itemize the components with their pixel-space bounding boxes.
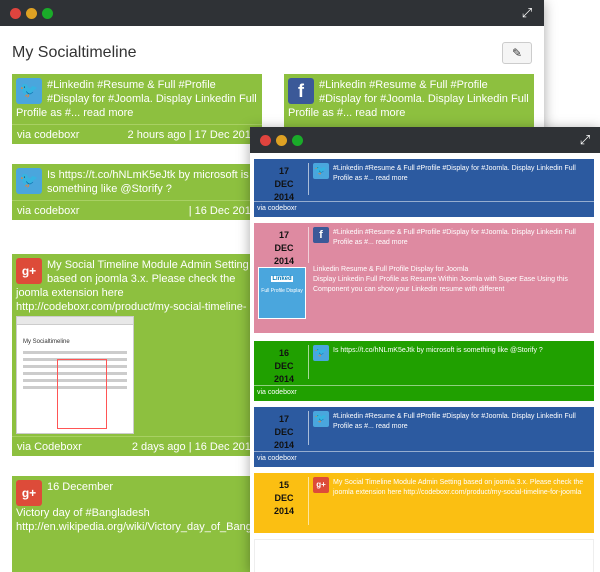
date-badge: 17 DEC 2014 xyxy=(273,166,295,202)
expand-icon[interactable]: ⤢ xyxy=(520,6,534,20)
timeline-item[interactable]: 17 DEC 2014 🐦 #Linkedin #Resume & Full #Pr… xyxy=(254,159,594,217)
expand-icon[interactable]: ⤢ xyxy=(578,133,592,147)
date-badge: 15 DEC 2014 xyxy=(273,480,295,516)
twitter-icon: 🐦 xyxy=(313,345,329,361)
facebook-icon: f xyxy=(313,227,329,243)
twitter-icon: 🐦 xyxy=(313,411,329,427)
front-window-titlebar: ⤢ xyxy=(250,127,600,153)
card-text: Is https://t.co/hNLmK5eJtk by microsoft … xyxy=(47,169,249,195)
minimize-dot-icon[interactable] xyxy=(26,8,37,19)
facebook-icon: f xyxy=(288,78,314,104)
minimize-dot-icon[interactable] xyxy=(276,135,287,146)
linkedin-thumbnail: Linked Full Profile Display xyxy=(258,267,306,319)
screenshot-title: My Socialtimeline xyxy=(23,339,70,345)
twitter-icon: 🐦 xyxy=(16,78,42,104)
close-dot-icon[interactable] xyxy=(10,8,21,19)
timeline-card[interactable]: 🐦 Is https://t.co/hNLmK5eJtk by microsof… xyxy=(12,164,262,220)
item-text: My Social Timeline Module Admin Setting … xyxy=(333,479,584,496)
timeline-item[interactable]: 16 DEC 2014 🐦 Is https://t.co/hNLmK5eJtk b… xyxy=(254,341,594,401)
card-via: via Codeboxr xyxy=(17,441,82,453)
card-text: #Linkedin #Resume & Full #Profile #Displ… xyxy=(288,79,529,119)
admin-screenshot-image: My Socialtimeline xyxy=(16,316,134,434)
timeline-card[interactable]: g+ 16 December Victory day of #Banglades… xyxy=(12,476,284,572)
zoom-dot-icon[interactable] xyxy=(292,135,303,146)
item-via: via codeboxr xyxy=(254,451,594,467)
twitter-icon: 🐦 xyxy=(313,163,329,179)
item-text: Is https://t.co/hNLmK5eJtk by microsoft … xyxy=(333,347,543,354)
date-badge: 16 DEC 2014 xyxy=(273,348,295,384)
twitter-icon: 🐦 xyxy=(16,168,42,194)
card-via: via codeboxr xyxy=(17,129,80,141)
zoom-dot-icon[interactable] xyxy=(42,8,53,19)
item-text: #Linkedin #Resume & Full #Profile #Displ… xyxy=(333,413,576,430)
date-badge: 17 DEC 2014 xyxy=(273,230,295,266)
timeline-item[interactable]: 17 DEC 2014 f #Linkedin #Resume & Full #Pr… xyxy=(254,223,594,333)
timeline-card[interactable]: g+ My Social Timeline Module Admin Setti… xyxy=(12,254,262,456)
card-time: 2 days ago | 16 Dec 2014 xyxy=(131,441,257,453)
back-window-titlebar: ⤢ xyxy=(0,0,544,26)
item-via: via codeboxr xyxy=(254,201,594,217)
google-plus-icon: g+ xyxy=(16,258,42,284)
card-via: via codeboxr xyxy=(17,205,80,217)
front-window: ⤢ 17 DEC 2014 🐦 #Linkedin #Resume & Full #… xyxy=(250,127,600,572)
timeline-item[interactable]: 15 DEC 2014 g+ My Social Timeline Module A… xyxy=(254,473,594,533)
item-subtext: Linkedin Resume & Full Profile Display f… xyxy=(313,266,568,293)
card-time: | 16 Dec 2014 xyxy=(188,205,257,217)
timeline-card[interactable]: 🐦 #Linkedin #Resume & Full #Profile #Dis… xyxy=(12,74,262,144)
card-link[interactable]: http://en.wikipedia.org/wiki/Victory_day… xyxy=(16,520,284,534)
timeline-item[interactable]: 17 DEC 2014 🐦 #Linkedin #Resume & Full #Pr… xyxy=(254,407,594,467)
page-title: My Socialtimeline xyxy=(12,44,137,61)
card-text: #Linkedin #Resume & Full #Profile #Displ… xyxy=(16,79,257,119)
item-text: #Linkedin #Resume & Full #Profile #Displ… xyxy=(333,229,576,246)
next-item-preview xyxy=(254,539,594,572)
google-plus-icon: g+ xyxy=(313,477,329,493)
date-badge: 17 DEC 2014 xyxy=(273,414,295,450)
card-text-line2: Victory day of #Bangladesh xyxy=(16,507,150,519)
card-time: 2 hours ago | 17 Dec 2014 xyxy=(127,129,257,141)
card-text: 16 December xyxy=(47,481,114,493)
item-text: #Linkedin #Resume & Full #Profile #Displ… xyxy=(333,165,576,182)
close-dot-icon[interactable] xyxy=(260,135,271,146)
item-via: via codeboxr xyxy=(254,385,594,401)
google-plus-icon: g+ xyxy=(16,480,42,506)
edit-button[interactable]: ✎ xyxy=(502,42,532,64)
